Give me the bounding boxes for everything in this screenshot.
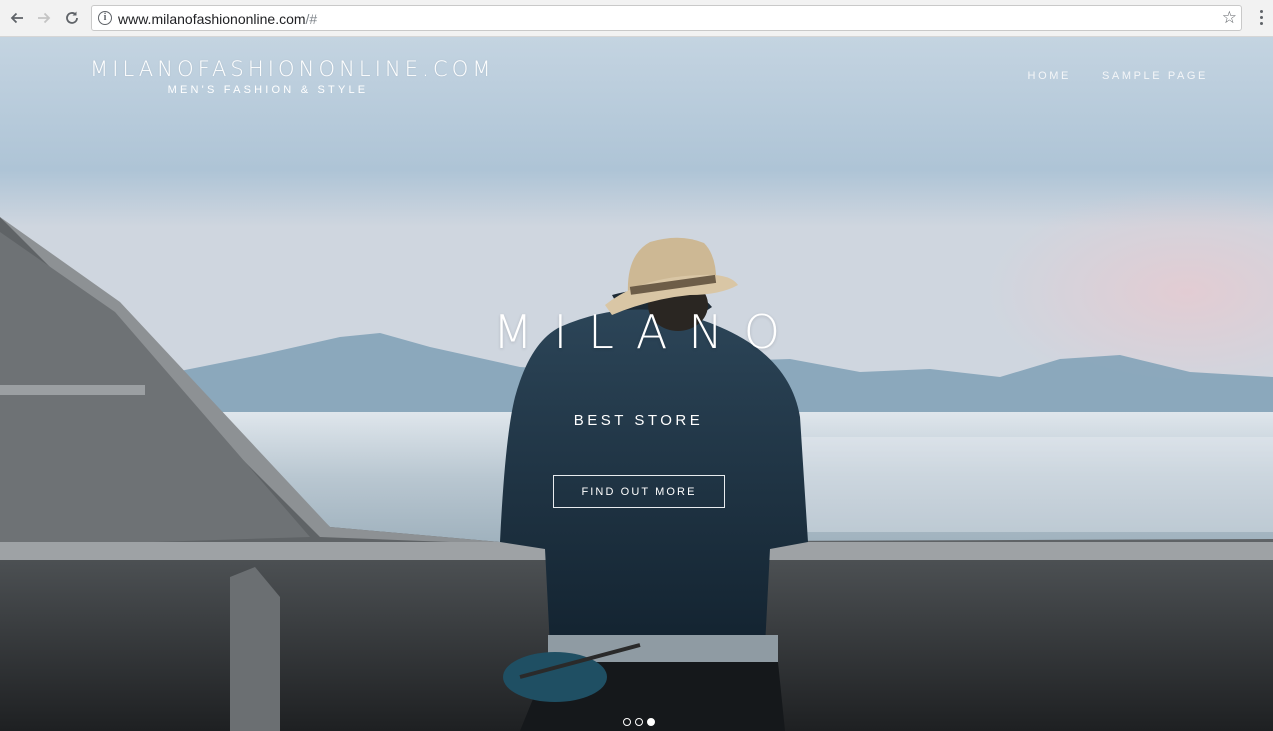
nav-link-sample-page[interactable]: SAMPLE PAGE: [1102, 70, 1208, 82]
slide-dot-2[interactable]: [635, 718, 643, 726]
site-branding[interactable]: MILANOFASHIONONLINE.COM MEN'S FASHION & …: [90, 57, 490, 96]
url-domain: www.milanofashiononline.com: [118, 11, 306, 27]
hero-subtitle: BEST STORE: [573, 412, 704, 429]
hero-title: MILANO: [492, 305, 802, 359]
url-text[interactable]: www.milanofashiononline.com/#: [118, 11, 317, 27]
slide-dot-3-active[interactable]: [647, 718, 655, 726]
url-suffix: /#: [305, 11, 318, 27]
hero-background-image: [0, 37, 1273, 731]
forward-arrow-icon[interactable]: [34, 8, 54, 28]
site-tagline: MEN'S FASHION & STYLE: [167, 84, 369, 96]
site-title[interactable]: MILANOFASHIONONLINE.COM: [90, 57, 490, 81]
slide-dot-1[interactable]: [623, 718, 631, 726]
main-navigation: HOME SAMPLE PAGE: [1028, 70, 1208, 82]
browser-toolbar: i www.milanofashiononline.com/# ☆: [0, 0, 1273, 37]
reload-icon[interactable]: [62, 8, 82, 28]
info-icon[interactable]: i: [98, 11, 112, 25]
hero-slider: MILANOFASHIONONLINE.COM MEN'S FASHION & …: [0, 37, 1273, 731]
find-out-more-button[interactable]: FIND OUT MORE: [553, 475, 725, 508]
back-arrow-icon[interactable]: [7, 8, 27, 28]
nav-link-home[interactable]: HOME: [1028, 70, 1071, 82]
address-bar[interactable]: i www.milanofashiononline.com/# ☆: [91, 5, 1242, 31]
kebab-menu-icon[interactable]: [1253, 10, 1269, 28]
bookmark-star-icon[interactable]: ☆: [1222, 8, 1237, 28]
slider-pagination: [623, 718, 655, 726]
